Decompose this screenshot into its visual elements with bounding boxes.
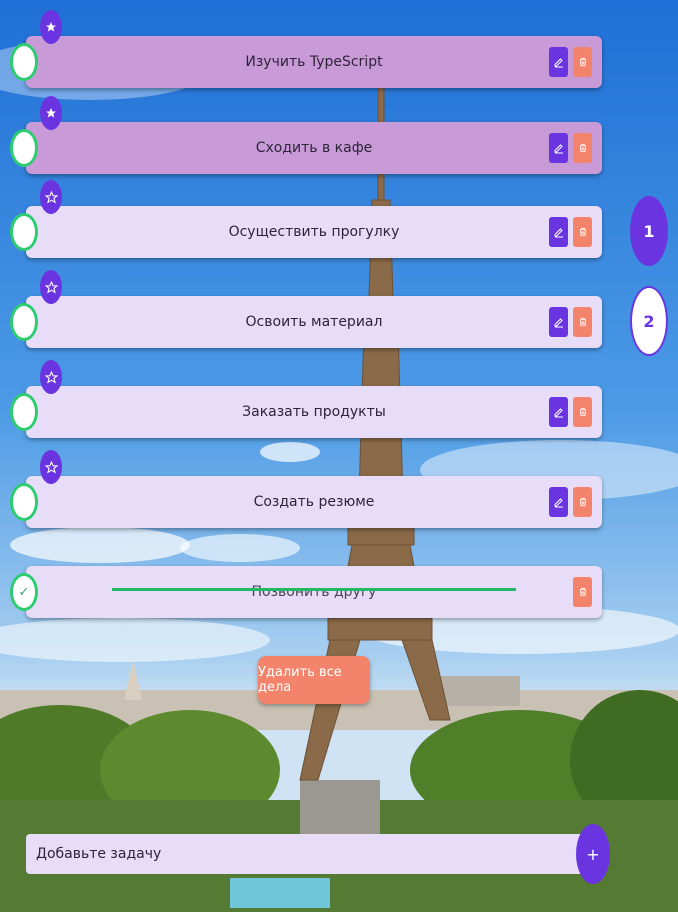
task-item: Освоить материал [10, 270, 602, 348]
pencil-icon [554, 228, 563, 238]
edit-button[interactable] [549, 487, 568, 517]
task-item: Создать резюме [10, 450, 602, 528]
pencil-icon [554, 144, 563, 154]
plus-icon: + [586, 844, 600, 864]
strikethrough-line [112, 588, 516, 591]
trash-icon [579, 407, 586, 417]
delete-button[interactable] [573, 47, 592, 77]
task-text: Освоить материал [245, 314, 383, 330]
page-button-1[interactable]: 1 [630, 196, 668, 266]
edit-button[interactable] [549, 307, 568, 337]
add-task-button[interactable]: + [576, 824, 610, 884]
pencil-icon [554, 58, 563, 68]
trash-icon [579, 227, 586, 237]
add-task-input[interactable] [26, 834, 592, 874]
task-text: Сходить в кафе [255, 140, 373, 156]
task-item-done: ✓ Позвонить другу [10, 566, 602, 618]
delete-button[interactable] [573, 133, 592, 163]
delete-button[interactable] [573, 217, 592, 247]
task-item: Заказать продукты [10, 360, 602, 438]
delete-button[interactable] [573, 307, 592, 337]
trash-icon [579, 317, 586, 327]
edit-button[interactable] [549, 47, 568, 77]
task-text: Создать резюме [253, 494, 375, 510]
pencil-icon [554, 408, 563, 418]
edit-button[interactable] [549, 133, 568, 163]
delete-button[interactable] [573, 487, 592, 517]
trash-icon [579, 57, 586, 67]
task-item: Сходить в кафе [10, 96, 602, 174]
task-text: Изучить TypeScript [245, 54, 383, 70]
delete-button[interactable] [573, 577, 592, 607]
task-item: Изучить TypeScript [10, 10, 602, 88]
trash-icon [579, 143, 586, 153]
trash-icon [579, 497, 586, 507]
task-text: Позвонить другу [251, 584, 377, 600]
task-text: Заказать продукты [242, 404, 386, 420]
edit-button[interactable] [549, 217, 568, 247]
task-item: Осуществить прогулку [10, 180, 602, 258]
delete-button[interactable] [573, 397, 592, 427]
pencil-icon [554, 498, 563, 508]
trash-icon [579, 587, 586, 597]
page-button-2[interactable]: 2 [630, 286, 668, 356]
edit-button[interactable] [549, 397, 568, 427]
delete-all-button[interactable]: Удалить все дела [258, 656, 370, 704]
pencil-icon [554, 318, 563, 328]
task-text: Осуществить прогулку [228, 224, 400, 240]
